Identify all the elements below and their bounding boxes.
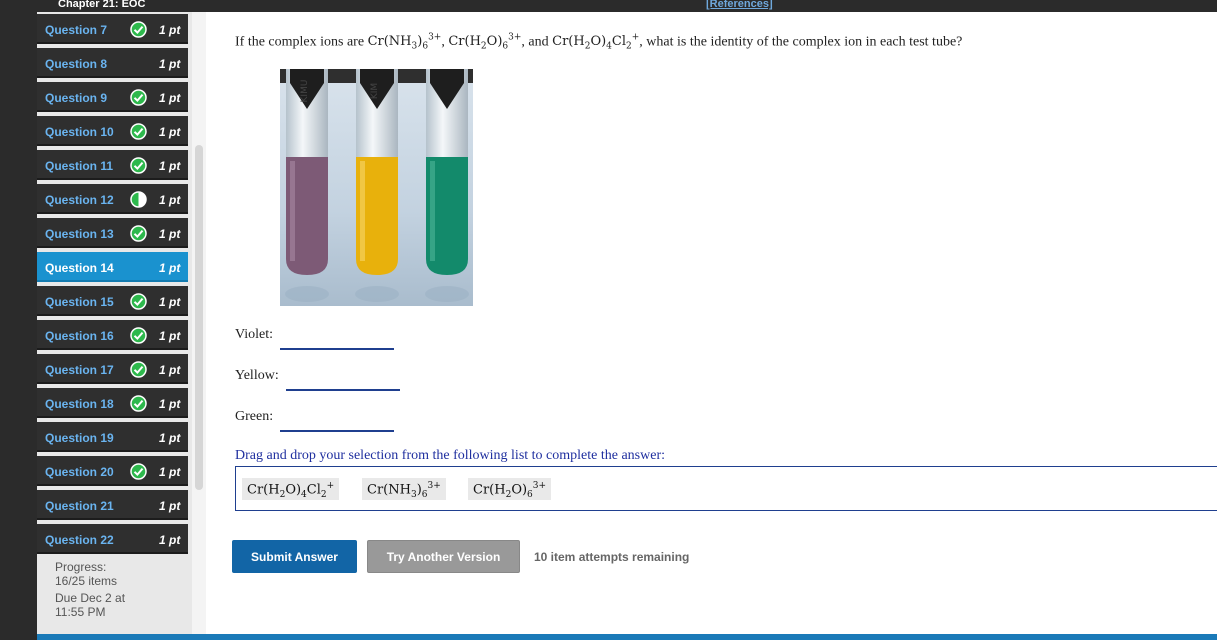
ion-tetraaquadichloro: Cr(H2O)4Cl2+ — [552, 33, 640, 52]
question-points: 1 pt — [159, 57, 181, 71]
question-points: 1 pt — [159, 23, 181, 37]
due-time: 11:55 PM — [55, 605, 106, 619]
question-points: 1 pt — [159, 193, 181, 207]
check-circle-icon — [130, 225, 147, 242]
question-nav-label[interactable]: Question 15 — [45, 295, 114, 309]
question-prefix: If the complex ions are — [235, 34, 368, 50]
question-nav-label[interactable]: Question 13 — [45, 227, 114, 241]
question-points: 1 pt — [159, 295, 181, 309]
question-points: 1 pt — [159, 159, 181, 173]
svg-text:KIM: KIM — [370, 83, 380, 99]
question-nav-label[interactable]: Question 21 — [45, 499, 114, 513]
question-nav-label[interactable]: Question 11 — [45, 159, 113, 173]
progress-label: Progress: — [55, 560, 107, 574]
question-nav-item[interactable]: Question 8 1 pt — [37, 48, 188, 78]
question-nav-label[interactable]: Question 20 — [45, 465, 114, 479]
question-nav-label[interactable]: Question 22 — [45, 533, 114, 547]
question-points: 1 pt — [159, 499, 181, 513]
check-circle-icon — [130, 395, 147, 412]
check-circle-icon — [130, 327, 147, 344]
submit-answer-button[interactable]: Submit Answer — [232, 540, 357, 573]
question-nav-item[interactable]: Question 21 1 pt — [37, 490, 188, 520]
chip-hexaammine[interactable]: Cr(NH3)63+ — [362, 478, 446, 500]
question-points: 1 pt — [159, 329, 181, 343]
check-circle-icon — [130, 157, 147, 174]
question-nav-item[interactable]: Question 17 1 pt — [37, 354, 188, 384]
question-points: 1 pt — [159, 533, 181, 547]
violet-label: Violet: — [235, 327, 274, 342]
top-bar — [37, 0, 1217, 12]
chapter-title: Chapter 21: EOC — [58, 0, 146, 10]
question-nav-item[interactable]: Question 7 1 pt — [37, 14, 188, 44]
left-dark-strip — [0, 0, 37, 640]
violet-tube: KIMU — [286, 69, 328, 275]
question-points: 1 pt — [159, 261, 181, 275]
yellow-tube: KIM — [356, 69, 398, 275]
violet-drop-target[interactable] — [280, 348, 394, 350]
question-nav-item[interactable]: Question 13 1 pt — [37, 218, 188, 248]
question-nav-label[interactable]: Question 7 — [45, 23, 107, 37]
drag-instruction: Drag and drop your selection from the fo… — [235, 448, 666, 463]
question-points: 1 pt — [159, 91, 181, 105]
progress-value: 16/25 items — [55, 574, 118, 588]
question-points: 1 pt — [159, 125, 181, 139]
question-nav-item[interactable]: Question 11 1 pt — [37, 150, 188, 180]
question-nav-label[interactable]: Question 16 — [45, 329, 114, 343]
yellow-label: Yellow: — [235, 368, 279, 383]
question-nav-item[interactable]: Question 18 1 pt — [37, 388, 188, 418]
question-nav-item[interactable]: Question 14 1 pt — [37, 252, 188, 282]
question-text: If the complex ions are Cr(NH3)63+, Cr(H… — [235, 33, 962, 52]
try-another-version-button[interactable]: Try Another Version — [367, 540, 520, 573]
question-nav-label[interactable]: Question 14 — [45, 261, 114, 275]
question-nav-item[interactable]: Question 10 1 pt — [37, 116, 188, 146]
check-circle-icon — [130, 463, 147, 480]
question-nav-item[interactable]: Question 9 1 pt — [37, 82, 188, 112]
question-points: 1 pt — [159, 431, 181, 445]
svg-text:KIMU: KIMU — [300, 80, 310, 103]
check-circle-icon — [130, 361, 147, 378]
green-tube — [426, 69, 468, 275]
question-nav-label[interactable]: Question 12 — [45, 193, 114, 207]
question-nav-label[interactable]: Question 8 — [45, 57, 107, 71]
check-circle-icon — [130, 89, 147, 106]
question-list: Question 7 1 pt Question 8 1 pt Question 9 1 … — [37, 14, 188, 558]
question-sep2: , and — [521, 34, 553, 50]
green-drop-target[interactable] — [280, 430, 394, 432]
question-nav-label[interactable]: Question 17 — [45, 363, 114, 377]
attempts-remaining: 10 item attempts remaining — [534, 550, 690, 564]
question-points: 1 pt — [159, 363, 181, 377]
question-suffix: , what is the identity of the complex io… — [639, 34, 963, 50]
question-nav-label[interactable]: Question 18 — [45, 397, 114, 411]
question-points: 1 pt — [159, 397, 181, 411]
question-nav-item[interactable]: Question 20 1 pt — [37, 456, 188, 486]
question-nav-item[interactable]: Question 16 1 pt — [37, 320, 188, 350]
check-circle-icon — [130, 123, 147, 140]
question-points: 1 pt — [159, 465, 181, 479]
test-tubes-photo: KIMU KIM — [280, 69, 473, 306]
check-circle-icon — [130, 293, 147, 310]
yellow-drop-target[interactable] — [286, 389, 400, 391]
partial-circle-icon — [130, 191, 147, 208]
question-nav-item[interactable]: Question 15 1 pt — [37, 286, 188, 316]
check-circle-icon — [130, 21, 147, 38]
sidebar-scrollbar-thumb[interactable] — [195, 145, 203, 490]
question-nav-label[interactable]: Question 19 — [45, 431, 114, 445]
chip-tetraaquadichloro[interactable]: Cr(H2O)4Cl2+ — [242, 478, 340, 500]
green-label: Green: — [235, 409, 274, 424]
question-nav-item[interactable]: Question 12 1 pt — [37, 184, 188, 214]
bottom-bar — [37, 634, 1217, 640]
question-nav-item[interactable]: Question 19 1 pt — [37, 422, 188, 452]
question-nav-item[interactable]: Question 22 1 pt — [37, 524, 188, 554]
due-date-label: Due Dec 2 at — [55, 591, 126, 605]
references-link[interactable]: [References] — [706, 0, 773, 11]
question-nav-label[interactable]: Question 9 — [45, 91, 107, 105]
chip-hexaaqua[interactable]: Cr(H2O)63+ — [468, 478, 552, 500]
question-points: 1 pt — [159, 227, 181, 241]
ion-hexaaqua: Cr(H2O)63+ — [448, 33, 522, 52]
ion-hexaammine: Cr(NH3)63+ — [367, 33, 442, 52]
question-nav-label[interactable]: Question 10 — [45, 125, 114, 139]
